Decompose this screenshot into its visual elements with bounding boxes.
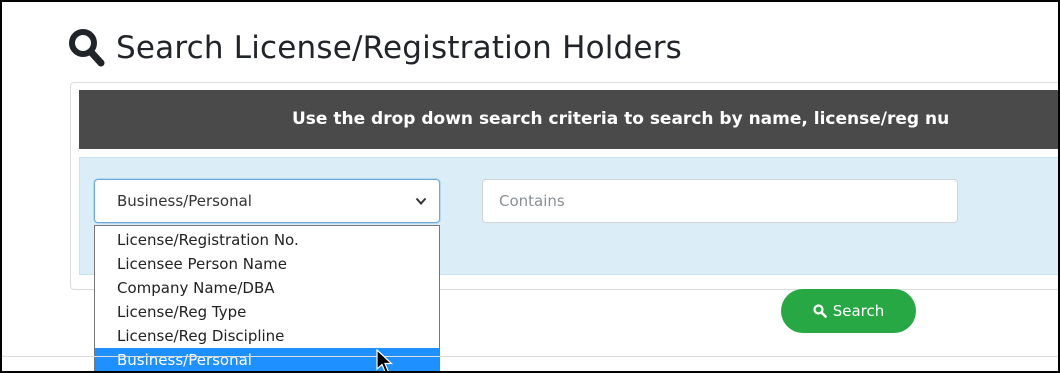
dropdown-option-license-registration-no[interactable]: License/Registration No.: [95, 228, 439, 252]
search-query-input[interactable]: [482, 179, 958, 223]
dropdown-option-company-name-dba[interactable]: Company Name/DBA: [95, 276, 439, 300]
divider: [2, 356, 1058, 357]
search-icon: [69, 29, 105, 67]
instructions-bar: Use the drop down search criteria to sea…: [79, 90, 1058, 149]
dropdown-option-license-reg-type[interactable]: License/Reg Type: [95, 300, 439, 324]
page-title: Search License/Registration Holders: [116, 30, 682, 66]
dropdown-option-license-reg-discipline[interactable]: License/Reg Discipline: [95, 324, 439, 348]
search-icon: [813, 304, 827, 318]
search-criteria-selected-value: Business/Personal: [117, 192, 252, 210]
mouse-cursor-icon: [376, 349, 394, 371]
dropdown-option-licensee-person-name[interactable]: Licensee Person Name: [95, 252, 439, 276]
search-criteria-select[interactable]: Business/Personal: [94, 179, 440, 223]
instructions-text: Use the drop down search criteria to sea…: [292, 109, 950, 129]
chevron-down-icon: [415, 197, 427, 205]
screenshot-frame: Search License/Registration Holders Use …: [0, 0, 1060, 373]
search-button-label: Search: [832, 302, 885, 320]
search-button[interactable]: Search: [781, 289, 916, 333]
page-header: Search License/Registration Holders: [68, 26, 682, 70]
